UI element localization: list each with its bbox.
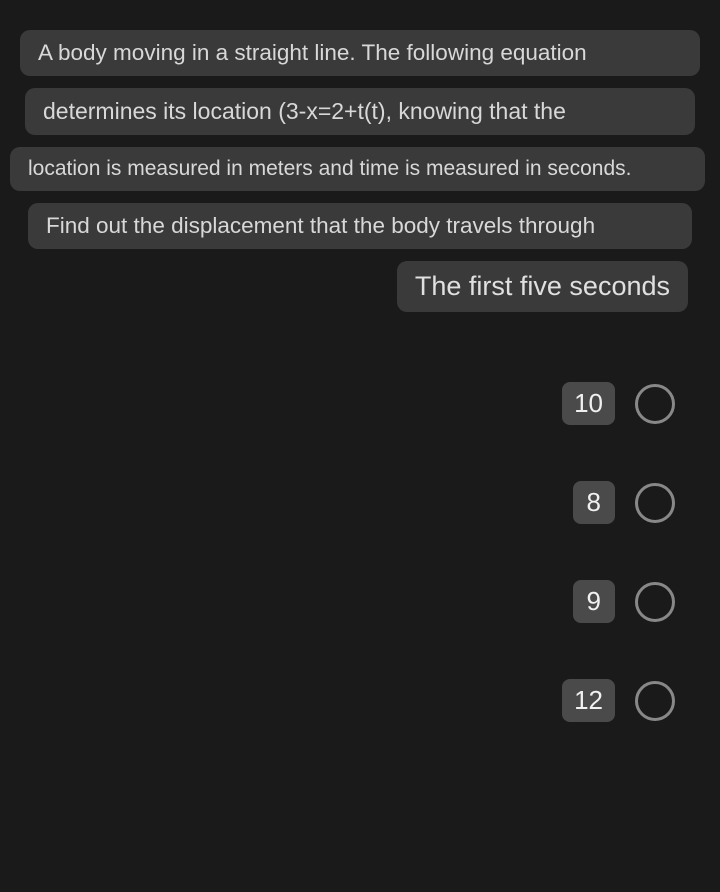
option-row-1[interactable]: 10 [562, 382, 675, 425]
radio-circle-4[interactable] [635, 681, 675, 721]
question-container: A body moving in a straight line. The fo… [10, 30, 710, 312]
question-line-3: location is measured in meters and time … [10, 147, 705, 191]
option-row-3[interactable]: 9 [573, 580, 675, 623]
option-label-1: 10 [562, 382, 615, 425]
option-row-4[interactable]: 12 [562, 679, 675, 722]
radio-circle-2[interactable] [635, 483, 675, 523]
option-label-4: 12 [562, 679, 615, 722]
radio-circle-3[interactable] [635, 582, 675, 622]
option-row-2[interactable]: 8 [573, 481, 675, 524]
question-line-4: Find out the displacement that the body … [28, 203, 692, 249]
radio-circle-1[interactable] [635, 384, 675, 424]
option-label-2: 8 [573, 481, 615, 524]
option-label-3: 9 [573, 580, 615, 623]
options-container: 10 8 9 12 [10, 382, 710, 722]
question-line-1: A body moving in a straight line. The fo… [20, 30, 700, 76]
question-line-2: determines its location (3-x=2+t(t), kno… [25, 88, 695, 135]
question-line-5: The first five seconds [397, 261, 688, 312]
